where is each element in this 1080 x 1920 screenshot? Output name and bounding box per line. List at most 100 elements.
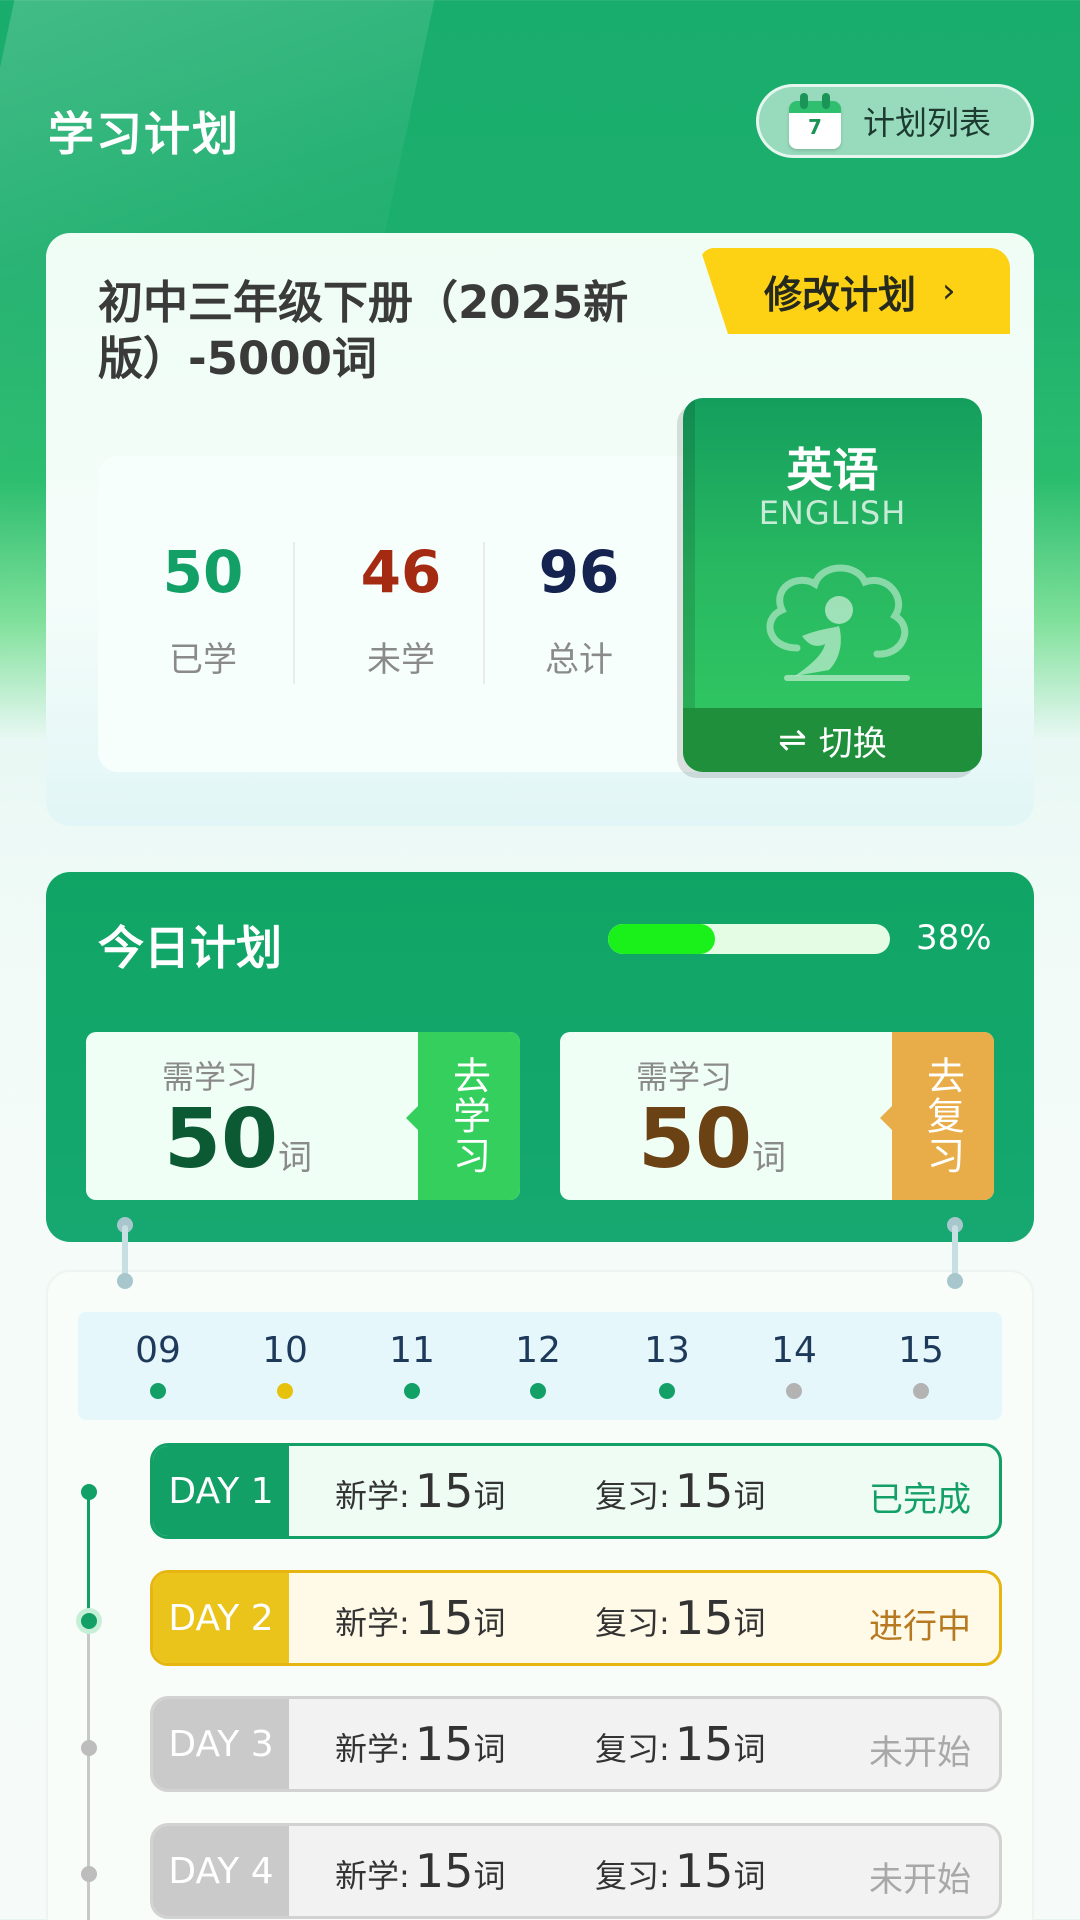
date-status-dot xyxy=(659,1383,675,1399)
review-label: 复习: xyxy=(595,1604,670,1642)
review-count: 15 xyxy=(674,1717,734,1771)
learn-count: 50 xyxy=(164,1092,279,1187)
stat-label: 总计 xyxy=(545,640,613,680)
stat-total: 96 总计 xyxy=(494,456,664,772)
stat-label: 未学 xyxy=(367,640,435,680)
timeline-line-done xyxy=(87,1492,90,1622)
review-count: 15 xyxy=(674,1844,734,1898)
stat-unlearned: 46 未学 xyxy=(316,456,486,772)
date-cell[interactable]: 09 xyxy=(108,1330,208,1399)
date-label: 09 xyxy=(135,1330,181,1371)
review-label: 复习: xyxy=(595,1730,670,1768)
day-row[interactable]: DAY 4 新学: 15词 复习: 15词 未开始 xyxy=(150,1823,1002,1919)
chevron-right-icon: › xyxy=(942,271,956,311)
day-status: 已完成 xyxy=(869,1480,971,1520)
new-count: 15 xyxy=(414,1591,474,1645)
stat-value: 96 xyxy=(538,538,620,606)
date-label: 11 xyxy=(389,1330,435,1371)
stat-value: 46 xyxy=(360,538,442,606)
date-label: 12 xyxy=(515,1330,561,1371)
date-strip: 09 10 11 12 13 14 15 xyxy=(78,1312,1002,1420)
plan-list-label: 计划列表 xyxy=(863,104,992,142)
day-status: 未开始 xyxy=(869,1733,971,1773)
day-status: 进行中 xyxy=(869,1607,971,1647)
day-tag: DAY 1 xyxy=(153,1446,289,1536)
timeline-node xyxy=(81,1613,97,1629)
timeline-node xyxy=(81,1740,97,1756)
new-count: 15 xyxy=(414,1717,474,1771)
subject-book-cover[interactable]: 英语 ENGLISH ⇌ 切换 xyxy=(683,398,982,772)
date-status-dot xyxy=(150,1383,166,1399)
day-status: 未开始 xyxy=(869,1860,971,1900)
stat-learned: 50 已学 xyxy=(118,456,288,772)
day-row[interactable]: DAY 3 新学: 15词 复习: 15词 未开始 xyxy=(150,1696,1002,1792)
day-tag: DAY 2 xyxy=(153,1573,289,1663)
learn-unit: 词 xyxy=(278,1138,312,1178)
page-title: 学习计划 xyxy=(48,107,240,161)
stat-value: 50 xyxy=(162,538,244,606)
swap-icon: ⇌ xyxy=(778,720,807,760)
today-progress-bar xyxy=(608,924,890,954)
divider xyxy=(293,542,295,684)
switch-subject-button[interactable]: ⇌ 切换 xyxy=(683,708,982,772)
today-plan-card: 今日计划 38% 需学习 50 词 去学习 需学习 50 词 去复习 xyxy=(46,872,1034,1242)
day-tag: DAY 3 xyxy=(153,1699,289,1789)
timeline-node xyxy=(81,1484,97,1500)
new-label: 新学: xyxy=(335,1477,410,1515)
go-learn-button[interactable]: 去学习 xyxy=(406,1032,520,1200)
today-plan-title: 今日计划 xyxy=(98,921,282,975)
day-row[interactable]: DAY 1 新学: 15词 复习: 15词 已完成 xyxy=(150,1443,1002,1539)
review-count: 50 xyxy=(638,1092,753,1187)
unit: 词 xyxy=(473,1857,506,1895)
book-title: 初中三年级下册（2025新版）-5000词 xyxy=(98,276,629,385)
unit: 词 xyxy=(473,1604,506,1642)
unit: 词 xyxy=(733,1857,766,1895)
date-cell[interactable]: 10 xyxy=(235,1330,335,1399)
date-status-dot xyxy=(277,1383,293,1399)
date-label: 10 xyxy=(262,1330,308,1371)
plan-list-button[interactable]: 7 计划列表 xyxy=(756,84,1034,158)
switch-label: 切换 xyxy=(818,723,887,764)
review-count: 15 xyxy=(674,1464,734,1518)
today-progress-label: 38% xyxy=(916,918,992,958)
subject-name-en: ENGLISH xyxy=(758,494,907,532)
day-row[interactable]: DAY 2 新学: 15词 复习: 15词 进行中 xyxy=(150,1570,1002,1666)
date-cell[interactable]: 13 xyxy=(617,1330,717,1399)
review-task-card: 需学习 50 词 去复习 xyxy=(560,1032,994,1200)
date-status-dot xyxy=(786,1383,802,1399)
hanging-clip xyxy=(117,1217,133,1289)
new-label: 新学: xyxy=(335,1604,410,1642)
go-review-button[interactable]: 去复习 xyxy=(880,1032,994,1200)
calendar-icon: 7 xyxy=(789,93,841,149)
edit-plan-label: 修改计划 xyxy=(764,272,917,317)
day-tag: DAY 4 xyxy=(153,1826,289,1916)
date-cell[interactable]: 12 xyxy=(488,1330,588,1399)
date-label: 13 xyxy=(644,1330,690,1371)
unit: 词 xyxy=(473,1477,506,1515)
tree-logo-icon xyxy=(766,564,910,681)
timeline-node xyxy=(81,1866,97,1882)
new-label: 新学: xyxy=(335,1730,410,1768)
stat-label: 已学 xyxy=(169,640,237,680)
date-status-dot xyxy=(530,1383,546,1399)
review-count: 15 xyxy=(674,1591,734,1645)
unit: 词 xyxy=(733,1477,766,1515)
review-label: 复习: xyxy=(595,1857,670,1895)
divider xyxy=(483,542,485,684)
date-label: 15 xyxy=(898,1330,944,1371)
date-cell[interactable]: 11 xyxy=(362,1330,462,1399)
date-cell[interactable]: 14 xyxy=(744,1330,844,1399)
review-unit: 词 xyxy=(752,1138,786,1178)
new-label: 新学: xyxy=(335,1857,410,1895)
edit-plan-button[interactable]: 修改计划 › xyxy=(700,248,1010,334)
date-status-dot xyxy=(404,1383,420,1399)
unit: 词 xyxy=(473,1730,506,1768)
new-count: 15 xyxy=(414,1844,474,1898)
date-label: 14 xyxy=(771,1330,817,1371)
date-status-dot xyxy=(913,1383,929,1399)
hanging-clip xyxy=(947,1217,963,1289)
date-cell[interactable]: 15 xyxy=(871,1330,971,1399)
subject-name: 英语 xyxy=(786,443,879,497)
learn-task-card: 需学习 50 词 去学习 xyxy=(86,1032,520,1200)
today-progress-fill xyxy=(608,924,716,954)
